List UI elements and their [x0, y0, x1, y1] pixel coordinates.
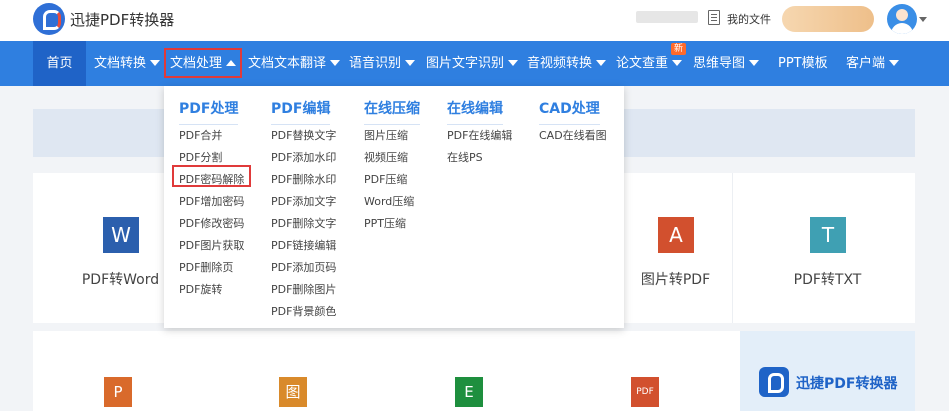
brand-name[interactable]: 迅捷PDF转换器	[70, 9, 174, 30]
nav-label: PPT模板	[778, 56, 828, 71]
menu-item[interactable]: Word压缩	[364, 193, 414, 209]
nav-label: 语音识别	[349, 56, 402, 71]
promo-card[interactable]: 迅捷PDF转换器	[740, 331, 915, 411]
menu-item[interactable]: PDF合并	[179, 127, 222, 143]
chevron-down-icon	[330, 59, 341, 66]
nav-label: 图片文字识别	[426, 56, 505, 71]
chevron-down-icon	[749, 59, 760, 66]
pdf-icon[interactable]: PDF	[631, 377, 659, 407]
txt-icon: T	[810, 217, 846, 253]
menu-item[interactable]: PDF删除图片	[271, 281, 336, 297]
chevron-down-icon	[508, 59, 519, 66]
chevron-down-icon	[150, 59, 161, 66]
nav-image-ocr[interactable]: 图片文字识别	[426, 41, 519, 86]
menu-item[interactable]: PDF添加水印	[271, 149, 336, 165]
nav-client[interactable]: 客户端	[846, 41, 900, 86]
menu-item[interactable]: PDF链接编辑	[271, 237, 336, 253]
nav-label: 音视频转换	[527, 56, 593, 71]
chevron-down-icon[interactable]	[919, 17, 927, 22]
nav-label: 客户端	[846, 56, 886, 71]
nav-doc-convert[interactable]: 文档转换	[94, 41, 161, 86]
selected-item-highlight	[172, 165, 251, 187]
menu-item[interactable]: 在线PS	[447, 149, 483, 165]
column-title-pdf-edit: PDF编辑	[271, 98, 331, 125]
promo-text: 迅捷PDF转换器	[796, 376, 898, 392]
image-icon[interactable]: 图	[279, 377, 307, 407]
chevron-down-icon	[596, 59, 607, 66]
menu-item[interactable]: PDF添加文字	[271, 193, 336, 209]
menu-item[interactable]: PDF删除文字	[271, 215, 336, 231]
menu-item[interactable]: PDF修改密码	[179, 215, 244, 231]
menu-item[interactable]: PDF压缩	[364, 171, 407, 187]
main-nav: 首页 文档转换 文档处理 文档文本翻译 语音识别 图片文字识别 音视频转换 论文…	[0, 41, 949, 86]
vip-button[interactable]	[782, 6, 874, 32]
menu-item[interactable]: PDF背景颜色	[271, 303, 336, 319]
menu-item[interactable]: PDF增加密码	[179, 193, 244, 209]
menu-item[interactable]: PDF删除水印	[271, 171, 336, 187]
menu-item[interactable]: PPT压缩	[364, 215, 406, 231]
menu-item[interactable]: CAD在线看图	[539, 127, 607, 143]
doc-process-dropdown: PDF处理 PDF合并 PDF分割 PDF密码解除 PDF增加密码 PDF修改密…	[164, 86, 624, 328]
menu-item[interactable]: PDF分割	[179, 149, 222, 165]
nav-label: 首页	[46, 56, 73, 71]
menu-item[interactable]: PDF图片获取	[179, 237, 244, 253]
nav-home[interactable]: 首页	[33, 41, 86, 86]
app-logo-icon[interactable]	[33, 3, 65, 35]
word-icon: W	[103, 217, 139, 253]
top-header: 迅捷PDF转换器 我的文件	[0, 0, 949, 41]
chevron-down-icon	[405, 59, 416, 66]
tool-card-label: PDF转TXT	[793, 272, 862, 288]
nav-av-convert[interactable]: 音视频转换	[527, 41, 607, 86]
menu-item[interactable]: PDF替换文字	[271, 127, 336, 143]
chevron-down-icon	[672, 59, 683, 66]
nav-label: 论文查重	[616, 56, 669, 71]
excel-icon[interactable]: E	[455, 377, 483, 407]
nav-label: 思维导图	[693, 56, 746, 71]
active-nav-highlight	[164, 48, 242, 78]
pdf-icon: A	[658, 217, 694, 253]
column-title-pdf-process: PDF处理	[179, 98, 239, 125]
username-blurred[interactable]	[636, 11, 698, 23]
nav-speech-recognition[interactable]: 语音识别	[349, 41, 416, 86]
column-title-online-edit: 在线编辑	[447, 98, 503, 125]
app-logo-icon	[759, 367, 789, 397]
my-files-link[interactable]: 我的文件	[727, 11, 771, 27]
menu-item[interactable]: PDF删除页	[179, 259, 233, 275]
nav-doc-translate[interactable]: 文档文本翻译	[248, 41, 341, 86]
ppt-icon[interactable]: P	[104, 377, 132, 407]
nav-mind-map[interactable]: 思维导图	[693, 41, 760, 86]
column-title-online-compress: 在线压缩	[364, 98, 420, 125]
menu-item[interactable]: 图片压缩	[364, 127, 408, 143]
document-icon[interactable]	[708, 10, 720, 25]
nav-ppt-template[interactable]: PPT模板	[778, 41, 828, 86]
nav-label: 文档转换	[94, 56, 147, 71]
menu-item[interactable]: PDF添加页码	[271, 259, 336, 275]
tool-card-pdf-to-txt[interactable]: T PDF转TXT	[740, 173, 915, 323]
avatar[interactable]	[887, 4, 917, 34]
menu-item[interactable]: PDF在线编辑	[447, 127, 512, 143]
column-title-cad-process: CAD处理	[539, 98, 600, 125]
nav-label: 文档文本翻译	[248, 56, 327, 71]
menu-item[interactable]: PDF旋转	[179, 281, 222, 297]
menu-item[interactable]: 视频压缩	[364, 149, 408, 165]
new-badge: 新	[671, 43, 687, 55]
chevron-down-icon	[889, 59, 900, 66]
